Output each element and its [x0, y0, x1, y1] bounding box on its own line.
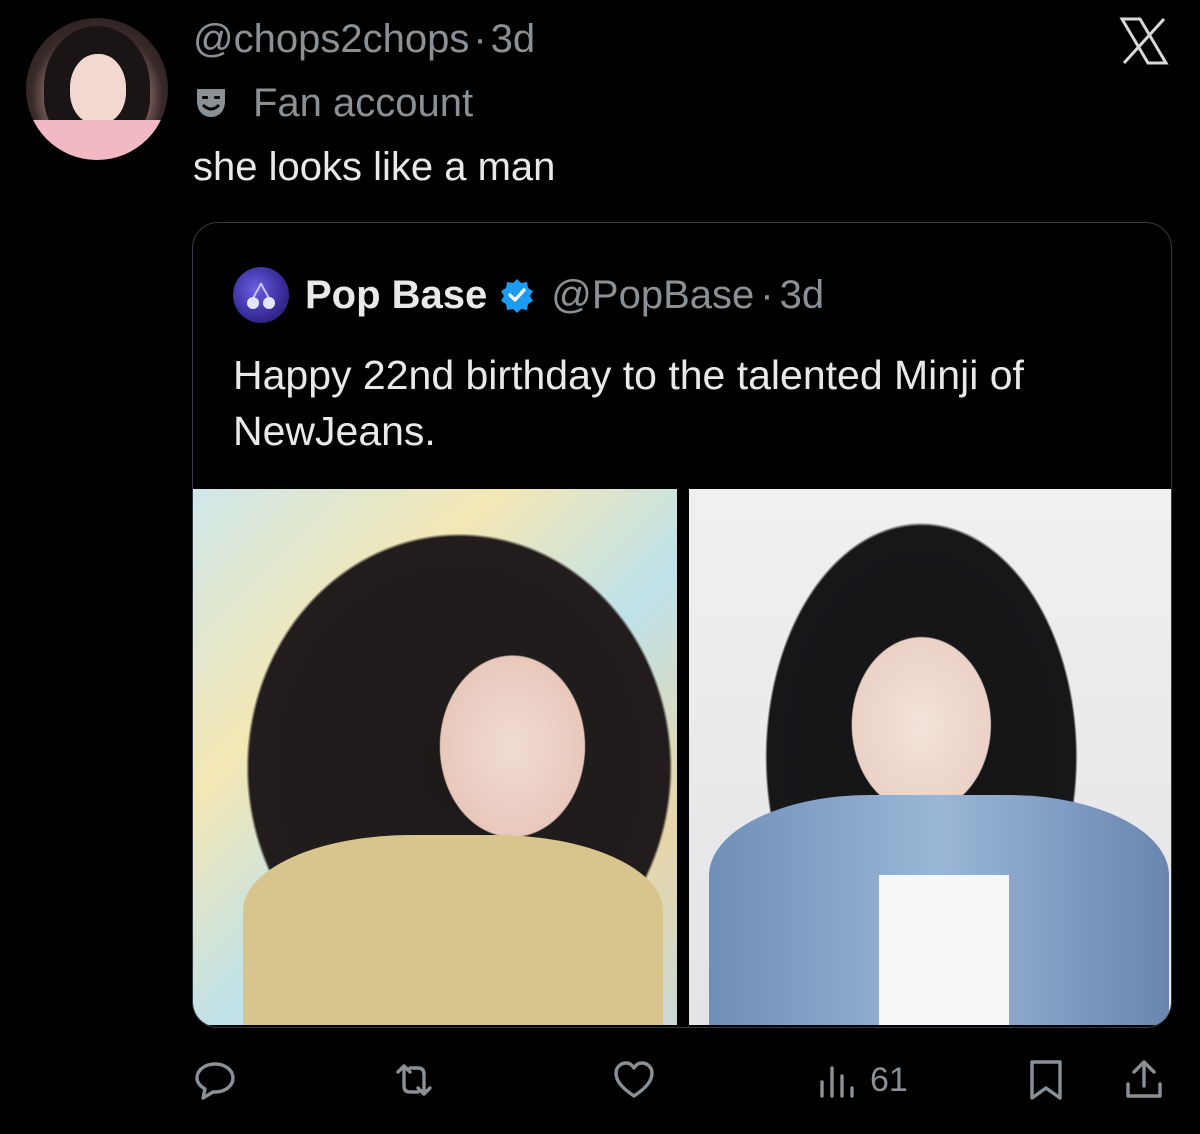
photo-1-jacket [243, 835, 663, 1025]
views-button[interactable]: 61 [816, 1054, 908, 1106]
views-count: 61 [870, 1060, 908, 1099]
user-handle[interactable]: @chops2chops [193, 17, 469, 61]
x-close-icon[interactable] [1118, 16, 1170, 66]
bookmark-icon [1030, 1060, 1062, 1100]
quoted-separator: · [760, 272, 774, 317]
quoted-handle-text[interactable]: @PopBase [551, 273, 754, 317]
user-avatar[interactable] [26, 18, 168, 160]
verified-badge-icon [501, 279, 534, 313]
avatar-sweater [26, 120, 168, 160]
bookmark-button[interactable] [1024, 1054, 1068, 1106]
share-icon [1126, 1060, 1162, 1098]
retweet-button[interactable] [392, 1054, 436, 1106]
views-icon [820, 1066, 854, 1098]
quoted-time[interactable]: 3d [780, 273, 825, 317]
tweet-action-bar: 61 [0, 1050, 1200, 1110]
quoted-user-name[interactable]: Pop Base [305, 273, 487, 318]
tweet-text: she looks like a man [193, 145, 556, 189]
quoted-tweet-text: Happy 22nd birthday to the talented Minj… [233, 352, 1024, 454]
tweet-header: @chops2chops · 3d [193, 14, 535, 64]
tweet-time[interactable]: 3d [491, 17, 536, 61]
like-button[interactable] [612, 1054, 656, 1106]
retweet-icon [396, 1064, 432, 1096]
reply-button[interactable] [193, 1054, 237, 1106]
quoted-photo-1[interactable] [193, 489, 677, 1025]
account-label-text: Fan account [253, 80, 474, 125]
reply-icon [195, 1062, 235, 1100]
quoted-user-handle: @PopBase · 3d [551, 273, 824, 318]
avatar-face [70, 54, 126, 124]
quoted-avatar[interactable] [233, 267, 289, 323]
quoted-photo-2[interactable] [689, 489, 1171, 1025]
account-label: Fan account [193, 78, 473, 128]
photo-2-shirt [879, 875, 1009, 1025]
like-icon [614, 1061, 654, 1098]
quoted-tweet-card[interactable]: Pop Base @PopBase · 3d Happy 22nd birthday… [192, 222, 1172, 1028]
share-button[interactable] [1122, 1054, 1166, 1106]
fan-mask-icon [197, 89, 225, 117]
quoted-tweet-header: Pop Base @PopBase · 3d [233, 267, 824, 323]
header-separator: · [473, 17, 487, 61]
